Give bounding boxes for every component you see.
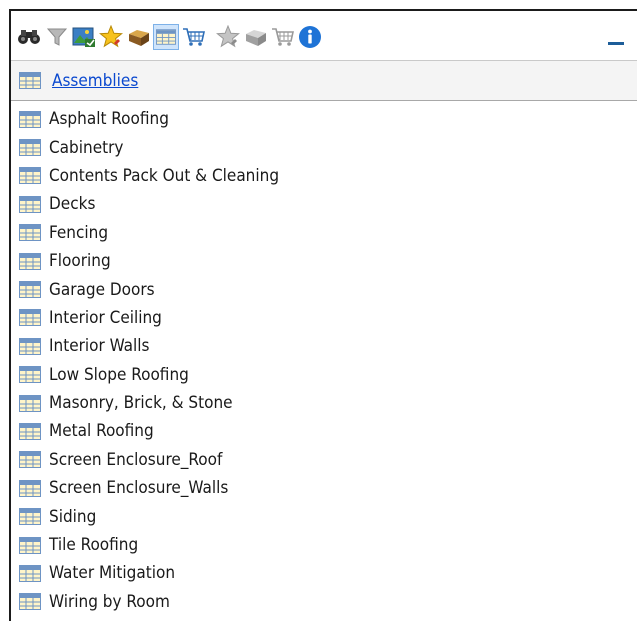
- table-icon: [19, 309, 41, 327]
- list-item[interactable]: Cabinetry: [11, 133, 637, 161]
- table-icon: [19, 252, 41, 270]
- list-item[interactable]: Contents Pack Out & Cleaning: [11, 162, 637, 190]
- list-item-label: Garage Doors: [49, 279, 155, 300]
- list-item[interactable]: Masonry, Brick, & Stone: [11, 389, 637, 417]
- list-item[interactable]: Screen Enclosure_Walls: [11, 474, 637, 502]
- table-icon: [19, 564, 41, 582]
- table-icon: [19, 366, 41, 384]
- list-item-label: Decks: [49, 194, 96, 215]
- table-icon: [19, 337, 41, 355]
- puzzle-box-icon[interactable]: [126, 24, 152, 50]
- table-icon: [19, 593, 41, 611]
- list-item[interactable]: Garage Doors: [11, 275, 637, 303]
- table-icon: [19, 167, 41, 185]
- list-item[interactable]: Flooring: [11, 247, 637, 275]
- table-icon[interactable]: [153, 24, 179, 50]
- table-icon: [19, 536, 41, 554]
- table-icon: [19, 72, 41, 89]
- table-icon: [19, 195, 41, 213]
- star-favorite-icon[interactable]: [98, 24, 124, 50]
- list-item-label: Siding: [49, 506, 97, 527]
- list-item[interactable]: Interior Ceiling: [11, 304, 637, 332]
- list-item-label: Fencing: [49, 222, 109, 243]
- cart-disabled-icon[interactable]: [270, 24, 296, 50]
- list-item[interactable]: Asphalt Roofing: [11, 105, 637, 133]
- picture-icon[interactable]: [71, 24, 97, 50]
- list-item-label: Interior Walls: [49, 336, 150, 357]
- table-icon: [19, 451, 41, 469]
- minimize-button[interactable]: [605, 21, 627, 49]
- list-item-label: Asphalt Roofing: [49, 109, 169, 130]
- table-icon: [19, 479, 41, 497]
- list-item[interactable]: Wiring by Room: [11, 588, 637, 616]
- table-icon: [19, 110, 41, 128]
- list-item-label: Tile Roofing: [49, 535, 139, 556]
- list-item[interactable]: Screen Enclosure_Roof: [11, 446, 637, 474]
- list-item-label: Metal Roofing: [49, 421, 154, 442]
- table-icon: [19, 281, 41, 299]
- list-item[interactable]: Water Mitigation: [11, 559, 637, 587]
- cart-icon[interactable]: [181, 24, 207, 50]
- list-item-label: Cabinetry: [49, 137, 124, 158]
- list-item[interactable]: Metal Roofing: [11, 417, 637, 445]
- breadcrumb-link-assemblies[interactable]: Assemblies: [52, 71, 138, 91]
- list-item-label: Water Mitigation: [49, 563, 176, 584]
- list-item[interactable]: Low Slope Roofing: [11, 361, 637, 389]
- list-item-label: Screen Enclosure_Walls: [49, 478, 229, 499]
- list-item-label: Flooring: [49, 251, 111, 272]
- table-icon: [19, 422, 41, 440]
- info-icon[interactable]: [297, 24, 323, 50]
- binoculars-icon[interactable]: [16, 24, 42, 50]
- list-item[interactable]: Decks: [11, 190, 637, 218]
- list-item[interactable]: Interior Walls: [11, 332, 637, 360]
- breadcrumb: Assemblies: [11, 61, 637, 101]
- list-item-label: Screen Enclosure_Roof: [49, 449, 223, 470]
- table-icon: [19, 508, 41, 526]
- list-item-label: Interior Ceiling: [49, 307, 162, 328]
- list-item[interactable]: Siding: [11, 502, 637, 530]
- list-item-label: Contents Pack Out & Cleaning: [49, 165, 280, 186]
- list-item[interactable]: Fencing: [11, 219, 637, 247]
- list-item-label: Wiring by Room: [49, 591, 170, 612]
- table-icon: [19, 224, 41, 242]
- table-icon: [19, 394, 41, 412]
- assembly-list: Asphalt Roofing Cabinetry Contents Pack Ou…: [11, 101, 637, 616]
- puzzle-disabled-icon[interactable]: [243, 24, 269, 50]
- toolbar: [11, 11, 637, 61]
- table-icon: [19, 139, 41, 157]
- filter-icon[interactable]: [44, 24, 70, 50]
- list-item[interactable]: Tile Roofing: [11, 531, 637, 559]
- catalog-panel: Assemblies Asphalt Roofing Cabinetry Conte…: [9, 9, 637, 621]
- list-item-label: Masonry, Brick, & Stone: [49, 393, 233, 414]
- list-item-label: Low Slope Roofing: [49, 364, 189, 385]
- star-disabled-icon[interactable]: [215, 24, 241, 50]
